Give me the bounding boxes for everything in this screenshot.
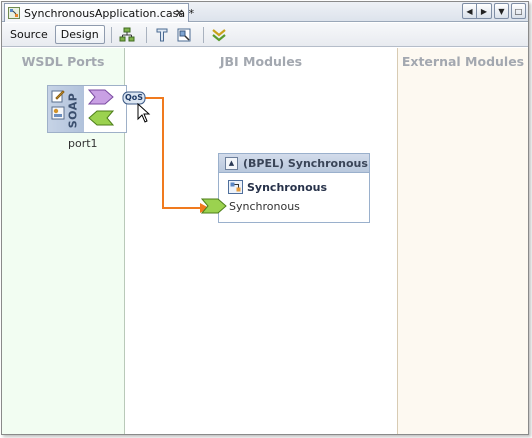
- collapse-icon[interactable]: ▲: [225, 156, 238, 170]
- bpel-endpoint-label[interactable]: Synchronous: [229, 200, 300, 213]
- editor-toolbar: Source Design: [2, 23, 528, 47]
- consume-endpoint-icon[interactable]: [201, 198, 227, 214]
- design-view-button[interactable]: Design: [54, 25, 105, 44]
- validate-icon[interactable]: [210, 26, 228, 44]
- close-icon[interactable]: ×: [175, 6, 184, 19]
- editor-tab-bar: SynchronousApplication.casa * × ◀ ▶ ▼ □: [2, 2, 528, 22]
- connection-line[interactable]: [2, 48, 528, 434]
- toolbar-separator: [202, 26, 204, 43]
- tools-icon[interactable]: [153, 26, 171, 44]
- qos-label[interactable]: QoS: [125, 93, 143, 102]
- source-view-button[interactable]: Source: [6, 26, 52, 43]
- bpel-module-header: ▲ (BPEL) Synchronous: [219, 154, 369, 173]
- casa-file-icon: [8, 7, 20, 19]
- bpel-module-title: (BPEL) Synchronous: [243, 156, 368, 170]
- mouse-cursor-icon: [137, 103, 151, 123]
- toolbar-separator: [110, 26, 112, 43]
- scroll-right-icon[interactable]: ▶: [477, 3, 492, 19]
- tab-list-dropdown-icon[interactable]: ▼: [494, 3, 509, 19]
- build-project-icon[interactable]: [118, 26, 136, 44]
- casa-editor-window: SynchronousApplication.casa * × ◀ ▶ ▼ □ …: [1, 1, 529, 435]
- tab-title: SynchronousApplication.casa *: [24, 6, 195, 20]
- bpel-process-name[interactable]: Synchronous: [247, 181, 327, 194]
- design-canvas[interactable]: WSDL Ports JBI Modules External Modules: [2, 48, 528, 434]
- editor-tab[interactable]: SynchronousApplication.casa * ×: [4, 3, 194, 22]
- maximize-icon[interactable]: □: [511, 3, 526, 19]
- toolbar-separator: [145, 26, 147, 43]
- tab-navigation: ◀ ▶ ▼ □: [462, 3, 526, 19]
- bpel-process-icon: [228, 180, 243, 194]
- properties-icon[interactable]: [175, 26, 193, 44]
- bpel-module-node[interactable]: ▲ (BPEL) Synchronous Synchronous Synchro…: [201, 153, 370, 223]
- scroll-left-icon[interactable]: ◀: [462, 3, 477, 19]
